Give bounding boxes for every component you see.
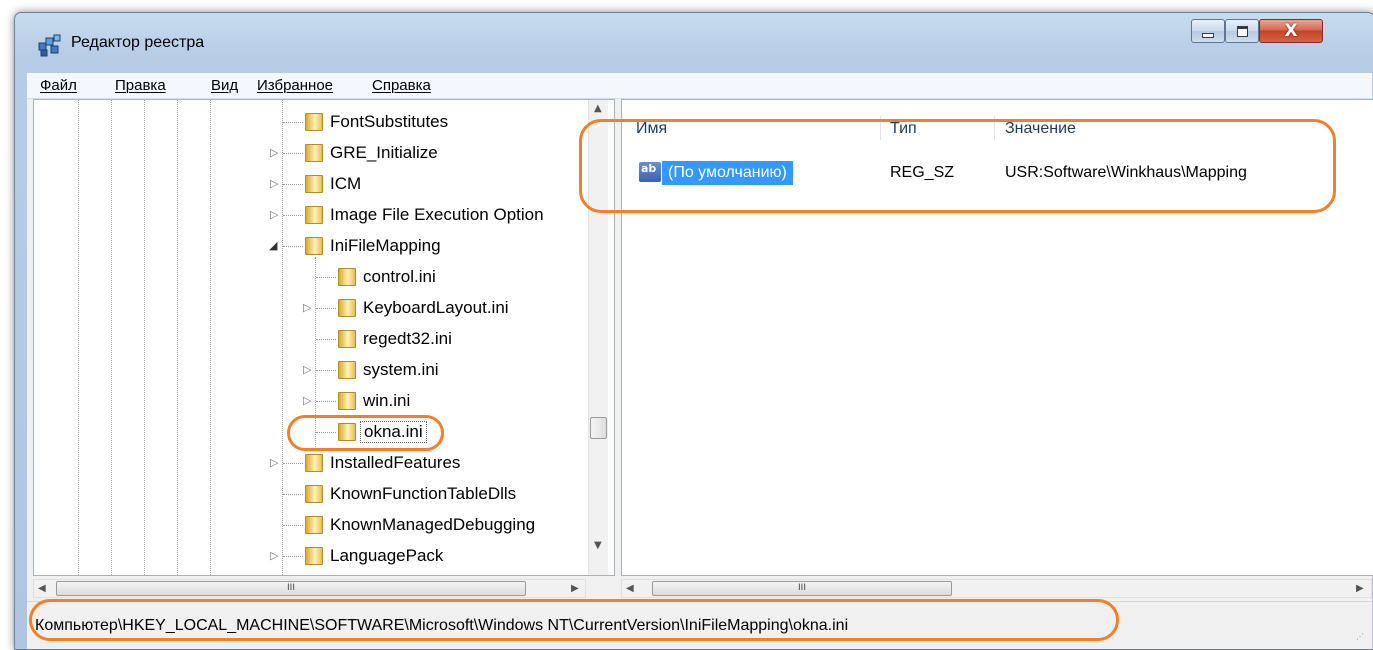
folder-icon — [305, 516, 323, 534]
tree-connector — [283, 153, 303, 155]
minimize-button[interactable] — [1191, 19, 1225, 43]
expand-arrow-icon[interactable]: ▷ — [270, 146, 278, 159]
folder-icon — [305, 547, 323, 565]
tree-item-control-ini[interactable]: control.ini — [34, 265, 588, 289]
window-title: Редактор реестра — [71, 34, 205, 51]
annotation-highlight-path — [29, 599, 1119, 641]
tree-item-label: system.ini — [363, 360, 439, 379]
tree-item-inifilemapping[interactable]: ◢ IniFileMapping — [34, 234, 588, 258]
close-icon: X — [1284, 21, 1298, 41]
tree-item-image-file-execution-options[interactable]: ▷ Image File Execution Option — [34, 203, 588, 227]
folder-icon — [338, 392, 356, 410]
menu-favorites[interactable]: Избранное — [257, 77, 333, 94]
folder-icon — [305, 237, 323, 255]
scroll-down-arrow-icon[interactable]: ▼ — [594, 540, 602, 551]
maximize-button[interactable] — [1225, 19, 1259, 43]
tree-item-gre-initialize[interactable]: ▷ GRE_Initialize — [34, 141, 588, 165]
tree-connector — [316, 339, 336, 341]
menu-file[interactable]: Файл — [40, 77, 77, 94]
tree-connector — [283, 494, 303, 496]
expand-arrow-icon[interactable]: ▷ — [303, 363, 311, 376]
expand-arrow-icon[interactable]: ▷ — [270, 456, 278, 469]
registry-tree[interactable]: FontSubstitutes ▷ GRE_Initialize ▷ ICM ▷… — [33, 99, 615, 576]
tree-item-keyboardlayout-ini[interactable]: ▷ KeyboardLayout.ini — [34, 296, 588, 320]
folder-icon — [305, 454, 323, 472]
tree-connector — [283, 184, 303, 186]
folder-icon — [305, 144, 323, 162]
tree-item-label: regedt32.ini — [363, 329, 452, 348]
tree-item-label: KeyboardLayout.ini — [363, 298, 509, 317]
scroll-right-arrow-icon[interactable]: ▶ — [571, 583, 579, 594]
tree-item-label: LanguagePack — [330, 546, 444, 565]
folder-icon — [338, 299, 356, 317]
tree-item-regedt32-ini[interactable]: regedt32.ini — [34, 327, 588, 351]
expand-arrow-icon[interactable]: ▷ — [303, 301, 311, 314]
tree-connector — [316, 370, 336, 372]
tree-item-languagepack[interactable]: ▷ LanguagePack — [34, 544, 588, 568]
tree-item-fontsubstitutes[interactable]: FontSubstitutes — [34, 110, 588, 134]
expand-arrow-icon[interactable]: ▷ — [270, 177, 278, 190]
maximize-icon — [1236, 25, 1248, 37]
menu-edit[interactable]: Правка — [115, 77, 166, 94]
tree-item-label: control.ini — [363, 267, 436, 286]
registry-editor-window: Редактор реестра X Файл Правка Вид Избра… — [14, 12, 1373, 650]
title-bar[interactable]: Редактор реестра X — [15, 13, 1373, 67]
folder-icon — [338, 330, 356, 348]
scroll-up-arrow-icon[interactable]: ▲ — [594, 103, 602, 114]
menu-bar: Файл Правка Вид Избранное Справка — [27, 73, 1372, 99]
tree-item-label: ICM — [330, 174, 362, 193]
expand-arrow-icon[interactable]: ▷ — [270, 208, 278, 221]
list-horizontal-scrollbar[interactable]: ◀ III ▶ — [621, 579, 1372, 598]
tree-item-icm[interactable]: ▷ ICM — [34, 172, 588, 196]
tree-item-knownfunctiontabledlls[interactable]: KnownFunctionTableDlls — [34, 482, 588, 506]
expand-arrow-icon[interactable]: ▷ — [303, 394, 311, 407]
folder-icon — [338, 361, 356, 379]
tree-item-knownmanageddebugging[interactable]: KnownManagedDebugging — [34, 513, 588, 537]
scroll-thumb[interactable] — [590, 417, 607, 439]
scroll-right-arrow-icon[interactable]: ▶ — [1356, 583, 1364, 594]
close-button[interactable]: X — [1259, 19, 1323, 43]
tree-item-label: InstalledFeatures — [330, 453, 461, 472]
menu-help[interactable]: Справка — [372, 77, 431, 94]
tree-connector — [316, 308, 336, 310]
minimize-icon — [1202, 32, 1214, 38]
registry-editor-icon — [38, 34, 61, 57]
tree-connector — [283, 525, 303, 527]
tree-connector — [283, 556, 303, 558]
folder-icon — [305, 206, 323, 224]
tree-connector — [316, 277, 336, 279]
tree-item-label: KnownManagedDebugging — [330, 515, 536, 534]
tree-item-label: win.ini — [363, 391, 411, 410]
scroll-thumb[interactable]: III — [56, 581, 526, 596]
resize-grip-icon[interactable]: ⋰ — [1356, 632, 1366, 642]
folder-icon — [305, 113, 323, 131]
tree-item-win-ini[interactable]: ▷ win.ini — [34, 389, 588, 413]
tree-item-installedfeatures[interactable]: ▷ InstalledFeatures — [34, 451, 588, 475]
annotation-highlight-values — [579, 119, 1336, 213]
tree-connector — [283, 122, 303, 124]
folder-icon — [305, 175, 323, 193]
tree-horizontal-scrollbar[interactable]: ◀ III ▶ — [33, 579, 586, 598]
tree-connector — [283, 215, 303, 217]
tree-connector — [316, 401, 336, 403]
annotation-highlight-okna — [287, 415, 444, 451]
collapse-arrow-icon[interactable]: ◢ — [269, 239, 277, 252]
scroll-left-arrow-icon[interactable]: ◀ — [626, 583, 634, 594]
tree-connector — [283, 246, 303, 248]
scroll-thumb[interactable]: III — [652, 581, 952, 596]
menu-view[interactable]: Вид — [211, 77, 238, 94]
tree-item-label: FontSubstitutes — [330, 112, 449, 131]
tree-item-label: KnownFunctionTableDlls — [330, 484, 517, 503]
tree-item-system-ini[interactable]: ▷ system.ini — [34, 358, 588, 382]
expand-arrow-icon[interactable]: ▷ — [270, 549, 278, 562]
tree-connector — [283, 463, 303, 465]
tree-item-label: Image File Execution Option — [330, 205, 544, 224]
folder-icon — [338, 268, 356, 286]
scroll-left-arrow-icon[interactable]: ◀ — [38, 583, 46, 594]
folder-icon — [305, 485, 323, 503]
tree-item-label: IniFileMapping — [330, 236, 441, 255]
tree-item-label: GRE_Initialize — [330, 143, 438, 162]
